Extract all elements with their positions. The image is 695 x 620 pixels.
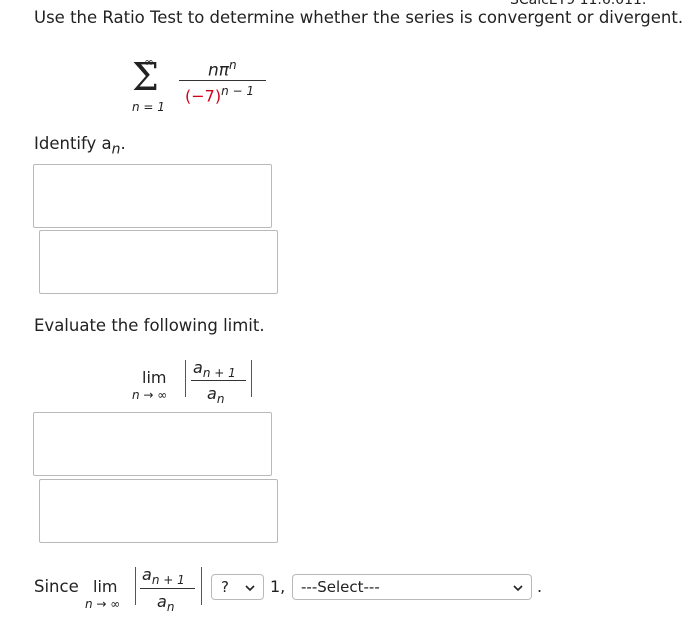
fraction-bar <box>179 80 266 81</box>
clipped-header-text: SCalcET9 11.6.011. <box>510 0 647 8</box>
limit-answer-input-2[interactable] <box>39 479 278 543</box>
identify-label: Identify an. <box>34 134 126 157</box>
limit-num-sub: n + 1 <box>202 366 236 381</box>
sum-lower-limit: n = 1 <box>132 100 165 114</box>
since-num-a: a <box>142 565 152 584</box>
series-denominator: (−7)n − 1 <box>185 84 254 105</box>
denominator-exponent: n − 1 <box>221 84 255 98</box>
identify-punct: . <box>120 134 126 153</box>
since-fraction-bar <box>140 588 195 589</box>
conclusion-select[interactable]: ---Select--- <box>292 574 532 600</box>
limit-fraction-bar <box>191 380 246 381</box>
an-answer-input-1[interactable] <box>33 164 272 228</box>
denominator-base: (−7) <box>185 86 222 106</box>
since-label: Since <box>34 577 79 596</box>
since-limit-under: n → ∞ <box>85 597 121 611</box>
limit-denominator: an <box>207 384 224 406</box>
limit-numerator: an + 1 <box>193 358 236 380</box>
evaluate-label: Evaluate the following limit. <box>34 316 265 335</box>
since-num-sub: n + 1 <box>151 573 185 588</box>
since-den-sub: n <box>166 600 175 615</box>
since-den-a: a <box>157 592 167 611</box>
abs-bar-left <box>185 360 186 397</box>
limit-answer-input-1[interactable] <box>33 412 272 476</box>
since-limit-word: lim <box>93 577 118 596</box>
abs-bar-right <box>251 360 252 397</box>
series-numerator: nπn <box>208 58 237 81</box>
numerator-exponent: n <box>229 58 237 72</box>
compare-value: 1, <box>270 577 286 596</box>
chevron-down-icon <box>245 585 255 592</box>
numerator-base: nπ <box>208 60 230 81</box>
since-abs-bar-left <box>135 567 136 605</box>
limit-num-a: a <box>193 358 203 377</box>
limit-den-a: a <box>207 384 217 403</box>
since-denominator: an <box>157 592 174 614</box>
question-text: Use the Ratio Test to determine whether … <box>34 8 684 27</box>
comparison-select[interactable]: ? <box>211 574 264 600</box>
comparison-select-value: ? <box>221 578 229 596</box>
limit-word: lim <box>142 368 167 387</box>
since-numerator: an + 1 <box>142 565 185 587</box>
identify-text: Identify a <box>34 134 112 153</box>
identify-subscript: n <box>111 141 121 158</box>
chevron-down-icon <box>513 585 523 592</box>
sentence-period: . <box>537 577 543 596</box>
limit-under: n → ∞ <box>132 388 168 402</box>
conclusion-select-value: ---Select--- <box>301 578 380 596</box>
limit-den-sub: n <box>216 392 225 407</box>
sigma-symbol: Σ <box>132 55 159 99</box>
an-answer-input-2[interactable] <box>39 230 278 294</box>
since-abs-bar-right <box>201 567 202 605</box>
